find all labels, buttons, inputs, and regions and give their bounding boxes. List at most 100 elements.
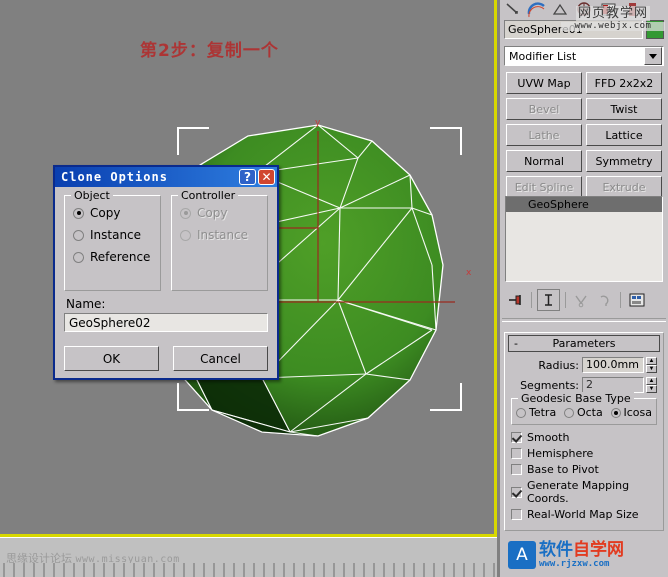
- clone-options-body: Object Copy Instance Reference Controlle…: [55, 187, 277, 380]
- modifier-list-label: Modifier List: [509, 49, 577, 63]
- rotate-icon[interactable]: [526, 0, 547, 18]
- checkbox-hemisphere-label: Hemisphere: [527, 447, 594, 460]
- segments-input[interactable]: 2: [582, 377, 644, 393]
- object-radio-reference-dot: [73, 251, 84, 263]
- toolbar-separator: [565, 292, 566, 308]
- selection-bracket-top-right: [430, 127, 462, 155]
- controller-radio-copy-label: Copy: [197, 206, 228, 220]
- timeline-ruler[interactable]: [0, 563, 497, 577]
- radius-label: Radius:: [538, 358, 579, 372]
- rjzxw-logo-cn-red: 自学网: [573, 539, 624, 560]
- segments-label: Segments:: [520, 378, 579, 392]
- show-end-result-icon[interactable]: [537, 289, 560, 311]
- radio-icosa-dot: [610, 407, 621, 418]
- parameters-rollout-header[interactable]: - Parameters: [508, 335, 660, 352]
- radius-input[interactable]: 100.0mm: [582, 357, 644, 373]
- object-radio-reference[interactable]: Reference: [73, 250, 154, 264]
- parameters-rollout-body: Radius: 100.0mm ▲ ▼ Segments: 2 ▲ ▼ Geodes…: [505, 352, 663, 530]
- toolbar-separator: [531, 292, 532, 308]
- modifier-button-uvw-map[interactable]: UVW Map: [506, 72, 582, 94]
- modifier-button-twist[interactable]: Twist: [586, 98, 662, 120]
- help-icon[interactable]: ?: [239, 169, 256, 185]
- cancel-button[interactable]: Cancel: [173, 346, 268, 371]
- webjx-watermark-cn: 网页教学网: [575, 6, 650, 21]
- radius-spinner[interactable]: ▲ ▼: [646, 357, 657, 373]
- step-title-annotation: 第2步：复制一个: [140, 41, 279, 61]
- clone-name-label: Name:: [66, 297, 106, 311]
- object-group: Object Copy Instance Reference: [64, 189, 161, 291]
- pin-stack-icon[interactable]: [505, 290, 526, 310]
- checkbox-generate-mapping-coords[interactable]: Generate Mapping Coords.: [511, 479, 657, 505]
- checkbox-base-to-pivot[interactable]: Base to Pivot: [511, 463, 657, 476]
- segments-spinner[interactable]: ▲ ▼: [646, 377, 657, 393]
- clone-name-input[interactable]: GeoSphere02: [64, 313, 268, 332]
- modifier-stack-item-geosphere[interactable]: GeoSphere: [506, 197, 662, 212]
- close-icon[interactable]: ✕: [258, 169, 275, 185]
- radio-tetra-dot: [516, 407, 526, 418]
- controller-radio-copy: Copy: [180, 206, 261, 220]
- geodesic-base-type-options[interactable]: Tetra Octa Icosa: [516, 406, 652, 419]
- configure-modifier-sets-icon[interactable]: [626, 290, 647, 310]
- checkbox-hemisphere-box[interactable]: [511, 448, 522, 459]
- modifier-button-symmetry[interactable]: Symmetry: [586, 150, 662, 172]
- geodesic-base-type-group: Geodesic Base Type Tetra Octa Icosa: [511, 392, 657, 425]
- toolbar-separator: [620, 292, 621, 308]
- rjzxw-logo-url: www.rjzxw.com: [539, 558, 610, 569]
- segments-row[interactable]: Segments: 2 ▲ ▼: [511, 377, 657, 393]
- radius-row[interactable]: Radius: 100.0mm ▲ ▼: [511, 357, 657, 373]
- modifier-list-dropdown[interactable]: Modifier List: [504, 46, 664, 66]
- controller-group-label: Controller: [178, 189, 239, 202]
- object-radio-copy[interactable]: Copy: [73, 206, 154, 220]
- checkbox-generate-mapping-coords-label: Generate Mapping Coords.: [527, 479, 630, 505]
- checkbox-hemisphere[interactable]: Hemisphere: [511, 447, 657, 460]
- modifier-button-ffd-2x2x2[interactable]: FFD 2x2x2: [586, 72, 662, 94]
- modifier-button-edit-spline[interactable]: Edit Spline: [506, 176, 582, 198]
- command-panel[interactable]: GeoSphere01 Modifier List UVW Map FFD 2x…: [500, 0, 668, 577]
- checkbox-real-world-map-size-box[interactable]: [511, 509, 522, 520]
- parameters-rollout[interactable]: - Parameters Radius: 100.0mm ▲ ▼ Segments…: [504, 332, 664, 531]
- selection-bracket-bottom-right: [430, 383, 462, 411]
- parameters-rollout-title: Parameters: [552, 337, 616, 350]
- modifier-button-lathe[interactable]: Lathe: [506, 124, 582, 146]
- controller-group: Controller Copy Instance: [171, 189, 268, 291]
- rjzxw-logo-cn: 软件自学网: [539, 539, 624, 560]
- object-radio-copy-label: Copy: [90, 206, 121, 220]
- select-object-icon[interactable]: [502, 0, 523, 18]
- axis-label-y: y: [315, 118, 321, 128]
- checkbox-base-to-pivot-box[interactable]: [511, 464, 522, 475]
- clone-options-dialog[interactable]: Clone Options ? ✕ Object Copy Instance R…: [53, 165, 279, 380]
- controller-radio-copy-dot: [180, 207, 191, 219]
- modifier-button-lattice[interactable]: Lattice: [586, 124, 662, 146]
- rjzxw-logo-cn-blue: 软件: [539, 539, 573, 560]
- remove-modifier-icon[interactable]: [594, 290, 615, 310]
- modifier-button-normal[interactable]: Normal: [506, 150, 582, 172]
- controller-radio-instance-dot: [180, 229, 191, 241]
- clone-dialog-buttons: OK Cancel: [64, 346, 268, 371]
- modifier-stack-toolbar[interactable]: [505, 288, 663, 312]
- checkbox-smooth-box[interactable]: [511, 432, 522, 443]
- clone-options-titlebar[interactable]: Clone Options ? ✕: [55, 167, 277, 187]
- modifier-button-set[interactable]: UVW Map FFD 2x2x2 Bevel Twist Lathe Latt…: [506, 72, 662, 198]
- selection-bracket-top-left: [177, 127, 209, 155]
- collapse-icon[interactable]: -: [514, 337, 518, 350]
- radio-icosa-label: Icosa: [623, 406, 653, 419]
- checkbox-smooth[interactable]: Smooth: [511, 431, 657, 444]
- clone-options-groups: Object Copy Instance Reference Controlle…: [64, 189, 268, 291]
- radio-icosa[interactable]: Icosa: [610, 406, 653, 419]
- track-bar[interactable]: 思缘设计论坛 www.missyuan.com: [0, 537, 497, 577]
- object-radio-reference-label: Reference: [90, 250, 151, 264]
- modifier-stack-list[interactable]: GeoSphere: [505, 196, 663, 282]
- modifier-button-bevel[interactable]: Bevel: [506, 98, 582, 120]
- ok-button[interactable]: OK: [64, 346, 159, 371]
- radio-tetra[interactable]: Tetra: [516, 406, 556, 419]
- checkbox-base-to-pivot-label: Base to Pivot: [527, 463, 599, 476]
- checkbox-real-world-map-size[interactable]: Real-World Map Size: [511, 508, 657, 521]
- checkbox-generate-mapping-coords-box[interactable]: [511, 486, 522, 498]
- object-radio-instance[interactable]: Instance: [73, 228, 154, 242]
- controller-radio-instance: Instance: [180, 228, 261, 242]
- controller-radio-instance-label: Instance: [197, 228, 249, 242]
- modifier-button-extrude[interactable]: Extrude: [586, 176, 662, 198]
- chevron-down-icon[interactable]: [644, 47, 662, 65]
- radio-octa[interactable]: Octa: [563, 406, 603, 419]
- make-unique-icon[interactable]: [571, 290, 592, 310]
